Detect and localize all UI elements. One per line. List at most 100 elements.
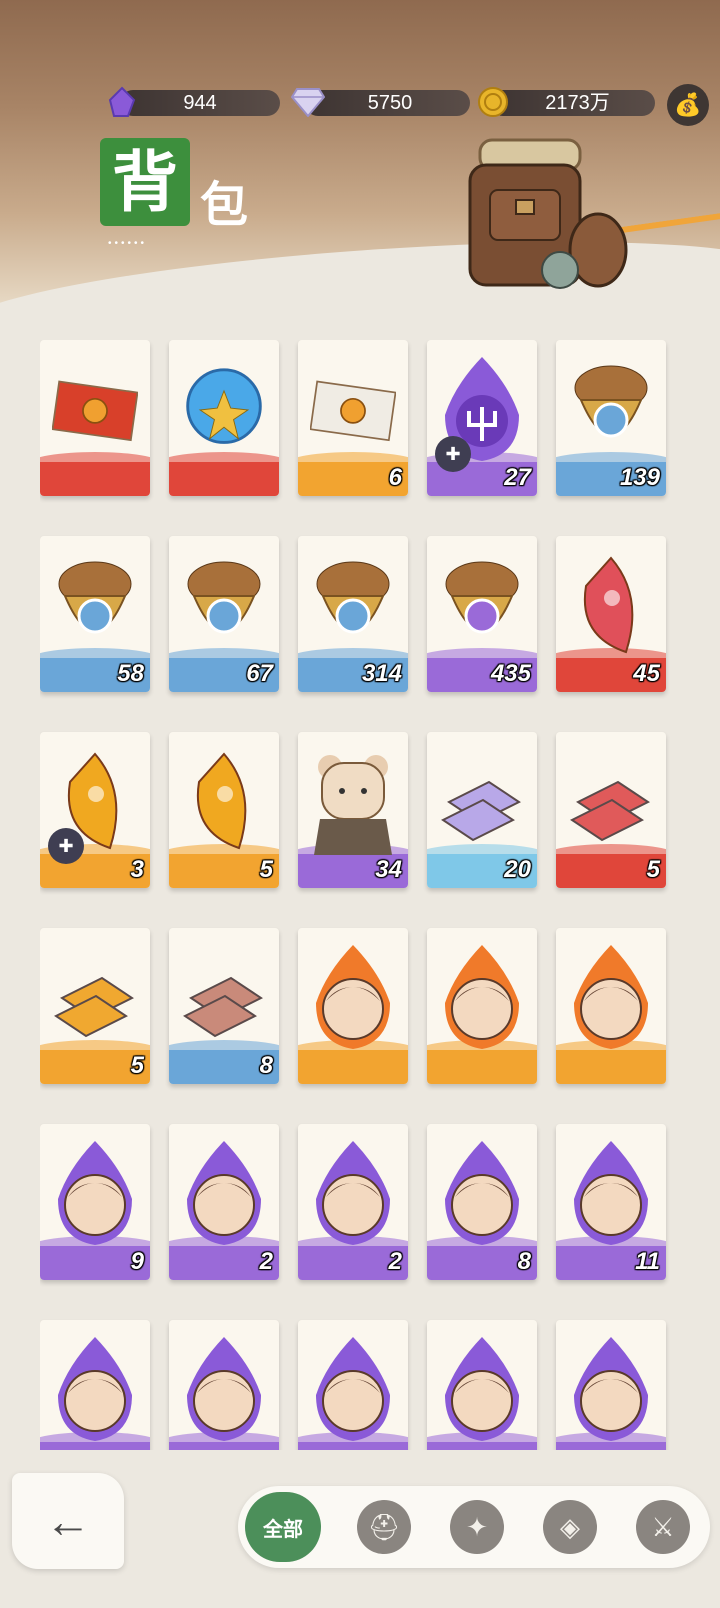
bear-figure-icon: [310, 746, 396, 858]
inventory-item[interactable]: 435: [427, 536, 537, 692]
money-bag-icon: 💰: [674, 92, 702, 117]
inventory-item[interactable]: 5: [40, 928, 150, 1084]
inventory-item[interactable]: ✚ 3: [40, 732, 150, 888]
acorn-green-eye-icon: [568, 354, 654, 466]
inventory-item[interactable]: [427, 1320, 537, 1450]
purple-hero-portrait-icon: [439, 1334, 525, 1446]
item-count: 67: [246, 660, 273, 687]
item-count: 8: [259, 1052, 273, 1079]
gold-coin-icon: [475, 84, 511, 120]
purple-hero-portrait-icon: [568, 1138, 654, 1250]
tab-sword-shield[interactable]: ⚔: [636, 1500, 690, 1554]
purple-hero-portrait-icon: [439, 1138, 525, 1250]
red-ingot-icon: [568, 746, 654, 858]
tab-gem[interactable]: ◈: [543, 1500, 597, 1554]
fire-hero-portrait-icon: [568, 942, 654, 1054]
purple-hero-portrait-icon: [568, 1334, 654, 1446]
inventory-item[interactable]: 8: [427, 1124, 537, 1280]
inventory-item[interactable]: 314: [298, 536, 408, 692]
inventory-item[interactable]: [298, 928, 408, 1084]
item-count: 435: [490, 660, 531, 687]
acorn-leaf-icon: [181, 550, 267, 662]
card-rarity-base: [556, 1050, 666, 1084]
acorn-red-target-icon: [52, 550, 138, 662]
puzzle-piece-icon: ✚: [435, 436, 471, 472]
inventory-item[interactable]: 9: [40, 1124, 150, 1280]
purple-hero-portrait-icon: [310, 1334, 396, 1446]
acorn-blue-star-icon: [310, 550, 396, 662]
sword-shield-icon: ⚔: [651, 1511, 675, 1542]
back-arrow-icon: ←: [45, 1495, 91, 1547]
money-bag-button[interactable]: 💰: [667, 84, 709, 126]
back-button[interactable]: ←: [12, 1473, 124, 1569]
inventory-item[interactable]: 2: [169, 1124, 279, 1280]
tab-helmet[interactable]: ⛑: [357, 1500, 411, 1554]
purple-hero-portrait-icon: [52, 1138, 138, 1250]
inventory-item[interactable]: [169, 1320, 279, 1450]
item-count: 27: [504, 464, 531, 491]
tab-compass-star[interactable]: ✦: [450, 1500, 504, 1554]
blue-orb-item-icon: [181, 354, 267, 466]
inventory-item[interactable]: [556, 928, 666, 1084]
fire-hero-portrait-icon: [310, 942, 396, 1054]
item-count: 139: [619, 464, 660, 491]
item-count: 58: [117, 660, 144, 687]
puzzle-piece-icon: ✚: [48, 828, 84, 864]
fire-hero-portrait-icon: [439, 942, 525, 1054]
item-count: 11: [635, 1248, 660, 1275]
inventory-item[interactable]: 5: [556, 732, 666, 888]
card-rarity-base: [427, 1050, 537, 1084]
gem-icon: ◈: [560, 1511, 580, 1542]
inventory-item[interactable]: 34: [298, 732, 408, 888]
inventory-item[interactable]: 5: [169, 732, 279, 888]
inventory-item[interactable]: [298, 1320, 408, 1450]
page-title-sub: 包: [200, 177, 249, 233]
inventory-item[interactable]: 67: [169, 536, 279, 692]
item-count: 5: [130, 1052, 144, 1079]
inventory-item[interactable]: [40, 340, 150, 496]
inventory-item[interactable]: 2: [298, 1124, 408, 1280]
red-envelope-item-icon: [52, 354, 138, 466]
inventory-item[interactable]: [40, 1320, 150, 1450]
inventory-item[interactable]: 58: [40, 536, 150, 692]
inventory-item[interactable]: [427, 928, 537, 1084]
copper-ingot-icon: [181, 942, 267, 1054]
item-count: 3: [130, 856, 144, 883]
inventory-item[interactable]: 8: [169, 928, 279, 1084]
item-count: 6: [388, 464, 402, 491]
purple-hero-portrait-icon: [181, 1138, 267, 1250]
inventory-item[interactable]: 45: [556, 536, 666, 692]
purple-hero-portrait-icon: [52, 1334, 138, 1446]
inventory-item[interactable]: ✚ 27: [427, 340, 537, 496]
inventory-item[interactable]: [169, 340, 279, 496]
inventory-item[interactable]: 11: [556, 1124, 666, 1280]
card-rarity-base: [40, 462, 150, 496]
helmet-icon: ⛑: [367, 1511, 401, 1542]
item-count: 5: [259, 856, 273, 883]
inventory-item[interactable]: 6: [298, 340, 408, 496]
compass-star-icon: ✦: [466, 1511, 488, 1542]
item-count: 9: [130, 1248, 144, 1275]
inventory-item[interactable]: 20: [427, 732, 537, 888]
tab-all[interactable]: 全部: [245, 1492, 321, 1562]
inventory-item[interactable]: [556, 1320, 666, 1450]
card-rarity-base: [298, 1050, 408, 1084]
gold-count: 2173万: [545, 92, 610, 114]
item-count: 5: [646, 856, 660, 883]
item-count: 45: [633, 660, 660, 687]
inventory-grid: 6 ✚ 27 139 58 67 314 435 45 ✚ 3 5 34 20 5 5 8 9 2 2 8 11: [40, 340, 680, 1450]
purple-ingot-icon: [439, 746, 525, 858]
red-rune-crystal-icon: [568, 550, 654, 662]
page-title-main: 背: [100, 138, 190, 226]
title-decoration: ••••••: [108, 238, 148, 249]
purple-hero-portrait-icon: [181, 1334, 267, 1446]
backpack-illustration-icon: [450, 130, 630, 300]
inventory-item[interactable]: 139: [556, 340, 666, 496]
diamond-count: 5750: [367, 92, 413, 114]
item-count: 20: [504, 856, 531, 883]
purple-crystal-icon: [104, 84, 140, 120]
purple-hero-portrait-icon: [310, 1138, 396, 1250]
card-rarity-base: [169, 462, 279, 496]
white-envelope-item-icon: [310, 354, 396, 466]
item-count: 2: [388, 1248, 402, 1275]
